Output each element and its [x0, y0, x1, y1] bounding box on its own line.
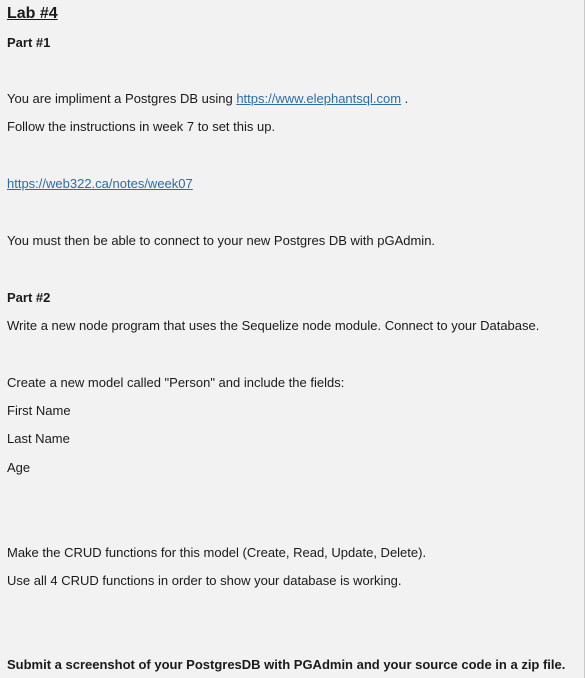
document-body: Lab #4 Part #1 You are impliment a Postg…: [0, 0, 585, 678]
elephantsql-link[interactable]: https://www.elephantsql.com: [236, 91, 401, 106]
follow-instructions-text: Follow the instructions in week 7 to set…: [7, 119, 276, 134]
use-all-crud-text: Use all 4 CRUD functions in order to sho…: [7, 573, 402, 588]
part1-intro: You are impliment a Postgres DB using ht…: [7, 91, 408, 107]
field-first-name: First Name: [7, 403, 71, 418]
part2-heading: Part #2: [7, 290, 51, 305]
crud-functions-text: Make the CRUD functions for this model (…: [7, 545, 427, 560]
submit-instructions-text: Submit a screenshot of your PostgresDB w…: [7, 657, 566, 672]
week07-notes-link[interactable]: https://web322.ca/notes/week07: [7, 176, 193, 191]
connect-pgadmin-text: You must then be able to connect to your…: [7, 233, 436, 248]
create-model-text: Create a new model called "Person" and i…: [7, 375, 345, 390]
lab-title: Lab #4: [7, 5, 58, 22]
field-last-name: Last Name: [7, 431, 70, 446]
part1-heading: Part #1: [7, 35, 51, 50]
field-age: Age: [7, 460, 31, 475]
intro-suffix-text: .: [401, 91, 409, 106]
notes-link-line: https://web322.ca/notes/week07: [7, 176, 193, 192]
intro-prefix-text: You are impliment a Postgres DB using: [7, 91, 237, 106]
write-node-program-text: Write a new node program that uses the S…: [7, 318, 540, 333]
